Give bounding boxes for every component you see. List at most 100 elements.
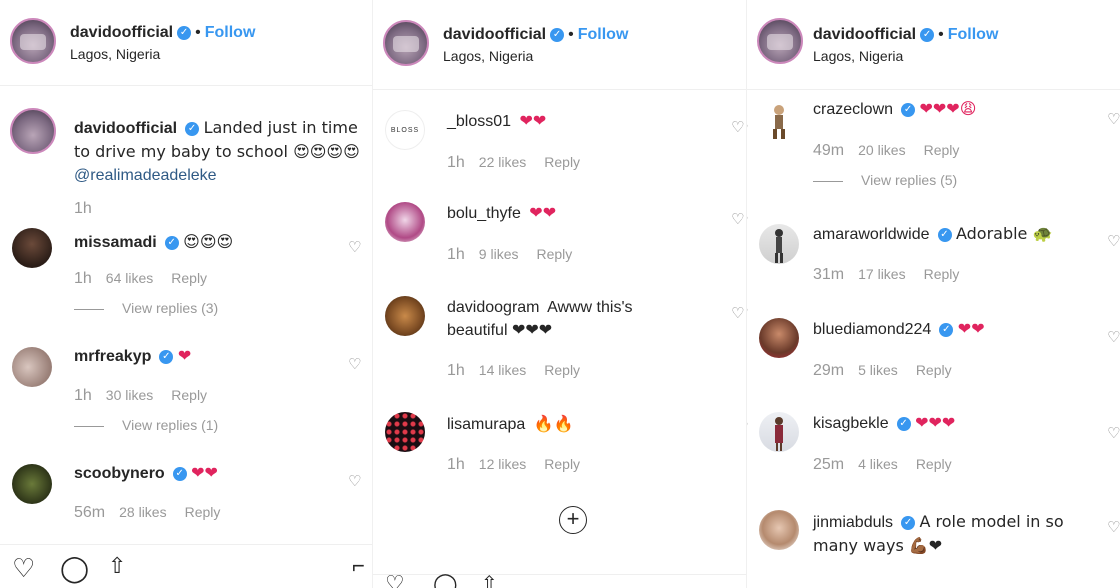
avatar[interactable] — [759, 224, 799, 264]
caption-username[interactable]: davidoofficial — [74, 120, 177, 137]
reply-button[interactable]: Reply — [185, 504, 221, 520]
heart-outline-icon[interactable]: ♡ — [1107, 518, 1120, 536]
comment-text: bolu_thyfe ❤❤ — [447, 202, 706, 225]
avatar[interactable] — [759, 100, 799, 140]
heart-outline-icon[interactable]: ♡ — [348, 238, 361, 256]
heart-outline-icon[interactable]: ♡ — [385, 571, 405, 588]
likes-count[interactable]: 5 likes — [858, 362, 898, 378]
reply-button[interactable]: Reply — [544, 456, 580, 472]
caption-text: davidoofficial ✓ Landed just in time to d… — [74, 116, 360, 187]
verified-badge-icon: ✓ — [164, 235, 179, 250]
heart-outline-icon[interactable]: ♡ — [747, 212, 748, 230]
heart-outline-icon[interactable]: ♡ — [1107, 328, 1120, 346]
post-header: davidoofficial ✓ • Follow Lagos, Nigeria — [0, 0, 372, 86]
reply-button[interactable]: Reply — [924, 142, 960, 158]
avatar[interactable]: BLOSS — [385, 110, 425, 150]
heart-outline-icon[interactable]: ♡ — [12, 553, 35, 584]
reply-button[interactable]: Reply — [544, 154, 580, 170]
reply-button[interactable]: Reply — [916, 456, 952, 472]
comment-username[interactable]: amaraworldwide — [813, 226, 930, 243]
comment-username[interactable]: lisamurapa — [447, 416, 525, 433]
bookmark-icon[interactable]: ⌐ — [352, 553, 365, 579]
comment-body: ❤ — [177, 348, 192, 365]
heart-outline-icon[interactable]: ♡ — [731, 210, 744, 228]
username[interactable]: davidoofficial — [813, 26, 916, 43]
follow-button[interactable]: Follow — [578, 26, 629, 43]
mention-link[interactable]: @realimadeadeleke — [74, 167, 217, 184]
comment-username[interactable]: davidoogram — [447, 299, 540, 316]
heart-outline-icon[interactable]: ♡ — [731, 118, 744, 136]
heart-outline-icon[interactable]: ♡ — [348, 355, 361, 373]
likes-count[interactable]: 17 likes — [858, 266, 905, 282]
avatar[interactable] — [12, 228, 52, 268]
reply-button[interactable]: Reply — [924, 266, 960, 282]
reply-button[interactable]: Reply — [544, 362, 580, 378]
view-replies-link[interactable]: View replies (5) — [813, 172, 957, 188]
avatar[interactable] — [10, 108, 56, 154]
post-header: davidoofficial ✓ • Follow Lagos, Nigeria — [747, 0, 1120, 90]
username[interactable]: davidoofficial — [443, 26, 546, 43]
reply-button[interactable]: Reply — [536, 246, 572, 262]
heart-outline-icon[interactable]: ♡ — [747, 120, 748, 138]
comment-username[interactable]: scoobynero — [74, 465, 165, 482]
profile-avatar[interactable] — [383, 20, 429, 66]
avatar[interactable] — [385, 202, 425, 242]
comment-icon[interactable]: ◯ — [433, 571, 458, 588]
timestamp: 1h — [447, 456, 465, 473]
heart-outline-icon[interactable]: ♡ — [747, 304, 748, 322]
comment-username[interactable]: mrfreakyp — [74, 348, 151, 365]
comment-icon[interactable]: ◯ — [60, 553, 89, 584]
avatar[interactable] — [385, 412, 425, 452]
likes-count[interactable]: 64 likes — [106, 270, 153, 286]
reply-button[interactable]: Reply — [916, 362, 952, 378]
comment-username[interactable]: bluediamond224 — [813, 321, 931, 338]
location[interactable]: Lagos, Nigeria — [443, 48, 628, 64]
reply-button[interactable]: Reply — [171, 387, 207, 403]
profile-avatar[interactable] — [10, 18, 56, 64]
comment-username[interactable]: crazeclown — [813, 101, 893, 118]
post-panel-1: davidoofficial ✓ • Follow Lagos, Nigeria da… — [0, 0, 372, 588]
avatar[interactable] — [12, 347, 52, 387]
share-icon[interactable]: ⇧ — [108, 553, 126, 579]
likes-count[interactable]: 12 likes — [479, 456, 526, 472]
comment-username[interactable]: jinmiabduls — [813, 514, 893, 531]
likes-count[interactable]: 20 likes — [858, 142, 905, 158]
likes-count[interactable]: 28 likes — [119, 504, 166, 520]
avatar[interactable] — [759, 318, 799, 358]
comment-username[interactable]: bolu_thyfe — [447, 205, 521, 222]
likes-count[interactable]: 22 likes — [479, 154, 526, 170]
comment-text: crazeclown ✓ ❤❤❤😩 — [813, 98, 1080, 121]
username[interactable]: davidoofficial — [70, 24, 173, 41]
comment-username[interactable]: missamadi — [74, 234, 157, 251]
heart-outline-icon[interactable]: ♡ — [731, 304, 744, 322]
view-replies-link[interactable]: View replies (1) — [74, 417, 218, 433]
load-more-icon[interactable]: + — [559, 506, 587, 534]
likes-count[interactable]: 4 likes — [858, 456, 898, 472]
location[interactable]: Lagos, Nigeria — [813, 48, 998, 64]
avatar[interactable] — [759, 510, 799, 550]
view-replies-link[interactable]: View replies (3) — [74, 300, 218, 316]
likes-count[interactable]: 14 likes — [479, 362, 526, 378]
heart-outline-icon[interactable]: ♡ — [1107, 110, 1120, 128]
location[interactable]: Lagos, Nigeria — [70, 46, 255, 62]
reply-button[interactable]: Reply — [171, 270, 207, 286]
profile-avatar[interactable] — [757, 18, 803, 64]
heart-outline-icon[interactable]: ♡ — [1107, 424, 1120, 442]
avatar[interactable] — [12, 464, 52, 504]
avatar[interactable] — [385, 296, 425, 336]
follow-button[interactable]: Follow — [948, 26, 999, 43]
heart-outline-icon[interactable]: ♡ — [1107, 232, 1120, 250]
comment-username[interactable]: kisagbekle — [813, 415, 889, 432]
instagram-comments-collage: davidoofficial ✓ • Follow Lagos, Nigeria da… — [0, 0, 1120, 588]
avatar[interactable] — [759, 412, 799, 452]
comment-text: lisamurapa 🔥🔥 — [447, 412, 706, 436]
heart-outline-icon[interactable]: ♡ — [747, 418, 748, 436]
heart-outline-icon[interactable]: ♡ — [348, 472, 361, 490]
header-text: davidoofficial ✓ • Follow Lagos, Nigeria — [813, 26, 998, 64]
share-icon[interactable]: ⇧ — [481, 571, 498, 588]
likes-count[interactable]: 30 likes — [106, 387, 153, 403]
follow-button[interactable]: Follow — [205, 24, 256, 41]
comment-text: mrfreakyp ✓ ❤ — [74, 345, 332, 368]
comment-username[interactable]: _bloss01 — [447, 113, 511, 130]
likes-count[interactable]: 9 likes — [479, 246, 519, 262]
